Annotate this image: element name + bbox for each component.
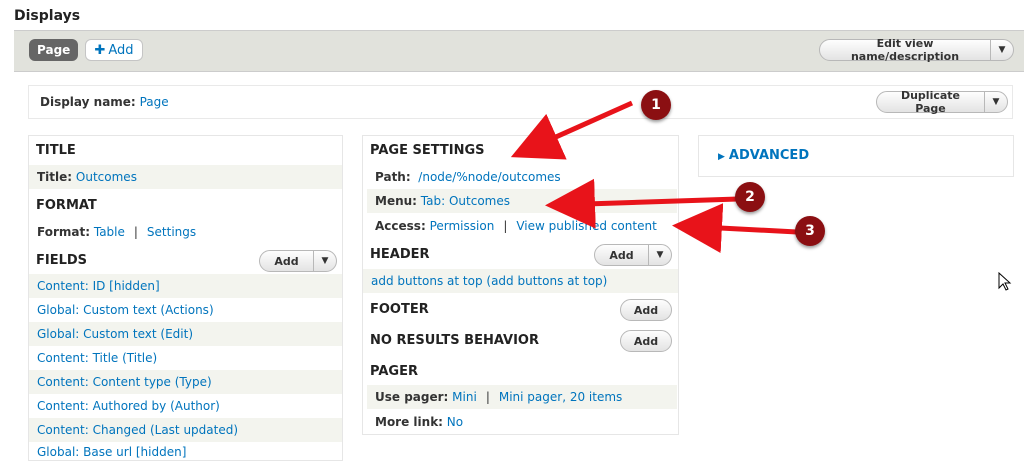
use-pager-value[interactable]: Mini bbox=[452, 390, 477, 404]
path-row: Path: /node/%node/outcomes bbox=[367, 165, 677, 189]
field-item[interactable]: Content: ID [hidden] bbox=[29, 274, 342, 298]
field-item[interactable]: Content: Title (Title) bbox=[29, 346, 342, 370]
format-row: Format: Table | Settings bbox=[37, 225, 197, 239]
edit-view-name-label: Edit view name/description bbox=[850, 37, 960, 63]
display-name-bar bbox=[28, 85, 1013, 119]
edit-view-name-button[interactable]: Edit view name/description ▼ bbox=[819, 37, 1014, 63]
arrow-icon bbox=[672, 203, 798, 254]
field-item[interactable]: Global: Custom text (Edit) bbox=[29, 322, 342, 346]
mouse-cursor-icon bbox=[998, 272, 1012, 291]
annotation-marker-3: 3 bbox=[795, 216, 825, 246]
header-add-label: Add bbox=[609, 248, 634, 262]
more-link-value[interactable]: No bbox=[447, 415, 463, 429]
more-link-label: More link: bbox=[375, 415, 443, 429]
display-name-value[interactable]: Page bbox=[140, 95, 169, 109]
duplicate-page-label: Duplicate Page bbox=[900, 89, 961, 115]
fields-add-label: Add bbox=[274, 254, 299, 268]
path-value[interactable]: /node/%node/outcomes bbox=[418, 170, 560, 184]
format-heading: FORMAT bbox=[36, 197, 97, 213]
pager-options-link[interactable]: Mini pager, 20 items bbox=[499, 390, 622, 404]
use-pager-row: Use pager: Mini | Mini pager, 20 items bbox=[367, 385, 677, 409]
field-item[interactable]: Content: Changed (Last updated) bbox=[29, 418, 342, 442]
menu-label: Menu: bbox=[375, 194, 417, 208]
access-label: Access: bbox=[375, 219, 426, 233]
more-link-row: More link: No bbox=[367, 410, 677, 434]
footer-heading: FOOTER bbox=[370, 301, 429, 317]
plus-icon: ✚ bbox=[94, 42, 106, 58]
field-item[interactable]: Content: Content type (Type) bbox=[29, 370, 342, 394]
page-settings-heading: PAGE SETTINGS bbox=[370, 142, 485, 158]
advanced-toggle[interactable]: ▶ ADVANCED bbox=[718, 148, 809, 163]
display-name: Display name: Page bbox=[40, 95, 169, 109]
field-item[interactable]: Global: Base url [hidden] bbox=[29, 442, 342, 461]
section-title: Displays bbox=[14, 8, 81, 24]
tab-page[interactable]: Page bbox=[29, 39, 79, 61]
title-row: Title: Outcomes bbox=[29, 165, 342, 189]
field-item[interactable]: Global: Custom text (Actions) bbox=[29, 298, 342, 322]
add-display-button[interactable]: ✚ Add bbox=[85, 39, 143, 61]
menu-value[interactable]: Tab: Outcomes bbox=[421, 194, 510, 208]
tab-page-label: Page bbox=[37, 43, 71, 57]
access-value[interactable]: Permission bbox=[430, 219, 495, 233]
pager-heading: PAGER bbox=[370, 363, 418, 379]
no-results-add-button[interactable]: Add bbox=[620, 330, 672, 352]
format-settings-link[interactable]: Settings bbox=[147, 225, 196, 239]
header-add-button[interactable]: Add ▼ bbox=[594, 244, 672, 266]
format-label: Format: bbox=[37, 225, 91, 239]
annotation-marker-1: 1 bbox=[641, 90, 671, 120]
format-value[interactable]: Table bbox=[94, 225, 125, 239]
menu-row: Menu: Tab: Outcomes bbox=[367, 189, 677, 213]
display-name-label: Display name: bbox=[40, 95, 136, 109]
triangle-right-icon: ▶ bbox=[718, 152, 725, 162]
field-item[interactable]: Content: Authored by (Author) bbox=[29, 394, 342, 418]
chevron-down-icon[interactable]: ▼ bbox=[990, 40, 1013, 60]
access-row: Access: Permission | View published cont… bbox=[375, 219, 657, 233]
header-item[interactable]: add buttons at top (add buttons at top) bbox=[363, 269, 678, 293]
no-results-add-label: Add bbox=[633, 334, 659, 348]
title-heading: TITLE bbox=[36, 142, 76, 158]
fields-heading: FIELDS bbox=[36, 252, 88, 268]
chevron-down-icon[interactable]: ▼ bbox=[313, 251, 336, 271]
add-display-label: Add bbox=[108, 42, 134, 58]
footer-add-button[interactable]: Add bbox=[620, 299, 672, 321]
path-label: Path: bbox=[375, 170, 411, 184]
title-value[interactable]: Outcomes bbox=[76, 170, 137, 184]
chevron-down-icon[interactable]: ▼ bbox=[984, 92, 1007, 112]
footer-add-label: Add bbox=[633, 303, 659, 317]
use-pager-label: Use pager: bbox=[375, 390, 449, 404]
title-label: Title: bbox=[37, 170, 73, 184]
no-results-heading: NO RESULTS BEHAVIOR bbox=[370, 332, 539, 348]
annotation-marker-2: 2 bbox=[735, 182, 765, 212]
access-permission-link[interactable]: View published content bbox=[516, 219, 656, 233]
fields-add-button[interactable]: Add ▼ bbox=[259, 250, 337, 272]
header-heading: HEADER bbox=[370, 246, 430, 262]
duplicate-page-button[interactable]: Duplicate Page ▼ bbox=[876, 89, 1008, 115]
advanced-label: ADVANCED bbox=[728, 148, 810, 163]
chevron-down-icon[interactable]: ▼ bbox=[648, 245, 671, 265]
